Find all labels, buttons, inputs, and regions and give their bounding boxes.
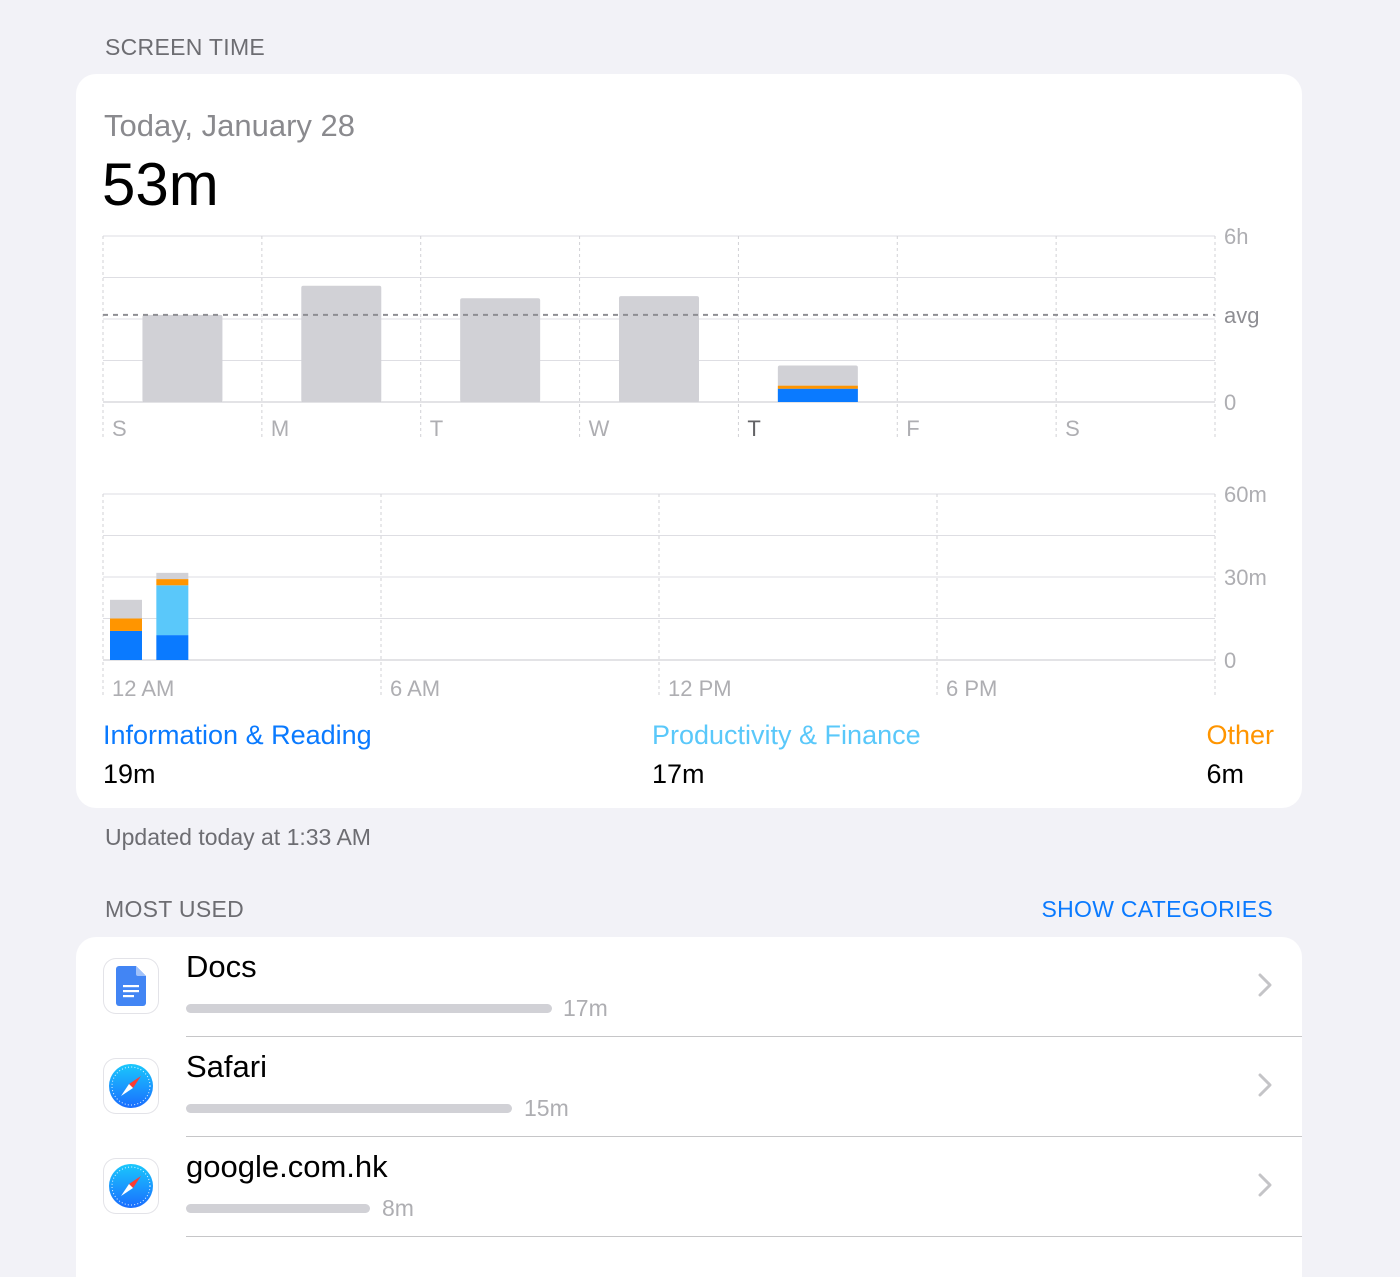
app-row-safari[interactable]: Safari 15m [76, 1037, 1302, 1137]
bar-segment-uncategorized [156, 572, 189, 580]
bar-segment-productivity [156, 585, 189, 636]
bar-segment-uncategorized [110, 599, 142, 619]
time-label: 6 PM [946, 676, 997, 701]
screen-time-card[interactable]: Today, January 28 53m S M T W T F S 6h avg 0 12 A… [76, 74, 1302, 808]
category-name: Productivity & Finance [652, 720, 921, 750]
summary-total: 53m [102, 151, 219, 218]
usage-bar [186, 1104, 512, 1113]
chevron-right-icon [1258, 1073, 1272, 1097]
screen-time-header: SCREEN TIME [105, 34, 266, 60]
app-name: google.com.hk [186, 1149, 388, 1184]
bar-day [301, 285, 382, 402]
category-name: Other [1206, 720, 1274, 750]
time-label: 12 AM [112, 676, 174, 701]
bar-segment-other [156, 579, 189, 586]
bar-segment-info [110, 630, 142, 660]
app-name: Docs [186, 949, 257, 984]
usage-time: 15m [524, 1095, 569, 1121]
day-label: S [112, 416, 127, 441]
usage-time: 8m [382, 1195, 414, 1221]
category-other[interactable]: Other 6m [1206, 720, 1274, 790]
safari-icon [104, 1059, 158, 1113]
bar-segment-info [777, 388, 858, 402]
bar-segment-info [156, 635, 189, 660]
summary-date: Today, January 28 [104, 108, 356, 143]
category-productivity-finance[interactable]: Productivity & Finance 17m [652, 720, 921, 790]
day-label: S [1065, 416, 1080, 441]
show-categories-button[interactable]: SHOW CATEGORIES [1041, 896, 1273, 923]
y-tick-label: 0 [1224, 648, 1236, 673]
day-label: T [430, 416, 443, 441]
usage-bar [186, 1004, 552, 1013]
updated-label: Updated today at 1:33 AM [105, 824, 371, 850]
y-tick-label: 30m [1224, 565, 1267, 590]
bar-day [460, 298, 541, 402]
app-name: Safari [186, 1049, 267, 1084]
category-name: Information & Reading [103, 720, 372, 750]
category-value: 6m [1206, 759, 1244, 789]
day-label: T [747, 416, 760, 441]
day-label: F [906, 416, 919, 441]
time-label: 6 AM [390, 676, 440, 701]
row-separator [186, 1236, 1302, 1237]
app-row-docs[interactable]: Docs 17m [76, 937, 1302, 1037]
y-tick-label: 0 [1224, 390, 1236, 415]
bar-segment-other [110, 618, 142, 631]
time-label: 12 PM [668, 676, 732, 701]
y-tick-label: avg [1224, 303, 1259, 328]
y-tick-label: 6h [1224, 224, 1248, 249]
chevron-right-icon [1258, 1173, 1272, 1197]
bar-segment-other [777, 385, 858, 389]
category-value: 19m [103, 759, 156, 789]
hourly-chart[interactable]: 12 AM 6 AM 12 PM 6 PM 60m 30m 0 [76, 484, 1302, 724]
most-used-card: Docs 17m Safari 15m google.com.hk 8m [76, 937, 1302, 1277]
weekly-chart[interactable]: S M T W T F S 6h avg 0 [76, 224, 1302, 464]
google-docs-icon [104, 959, 158, 1013]
day-label: M [271, 416, 289, 441]
category-info-reading[interactable]: Information & Reading 19m [103, 720, 372, 790]
most-used-header: MOST USED [105, 896, 245, 922]
chevron-right-icon [1258, 973, 1272, 997]
usage-time: 17m [563, 995, 608, 1021]
day-label: W [589, 416, 610, 441]
category-value: 17m [652, 759, 705, 789]
safari-icon [104, 1159, 158, 1213]
y-tick-label: 60m [1224, 484, 1267, 507]
bar-day [142, 314, 223, 402]
bar-day [619, 296, 699, 402]
app-row-google-com-hk[interactable]: google.com.hk 8m [76, 1137, 1302, 1237]
usage-bar [186, 1204, 370, 1213]
